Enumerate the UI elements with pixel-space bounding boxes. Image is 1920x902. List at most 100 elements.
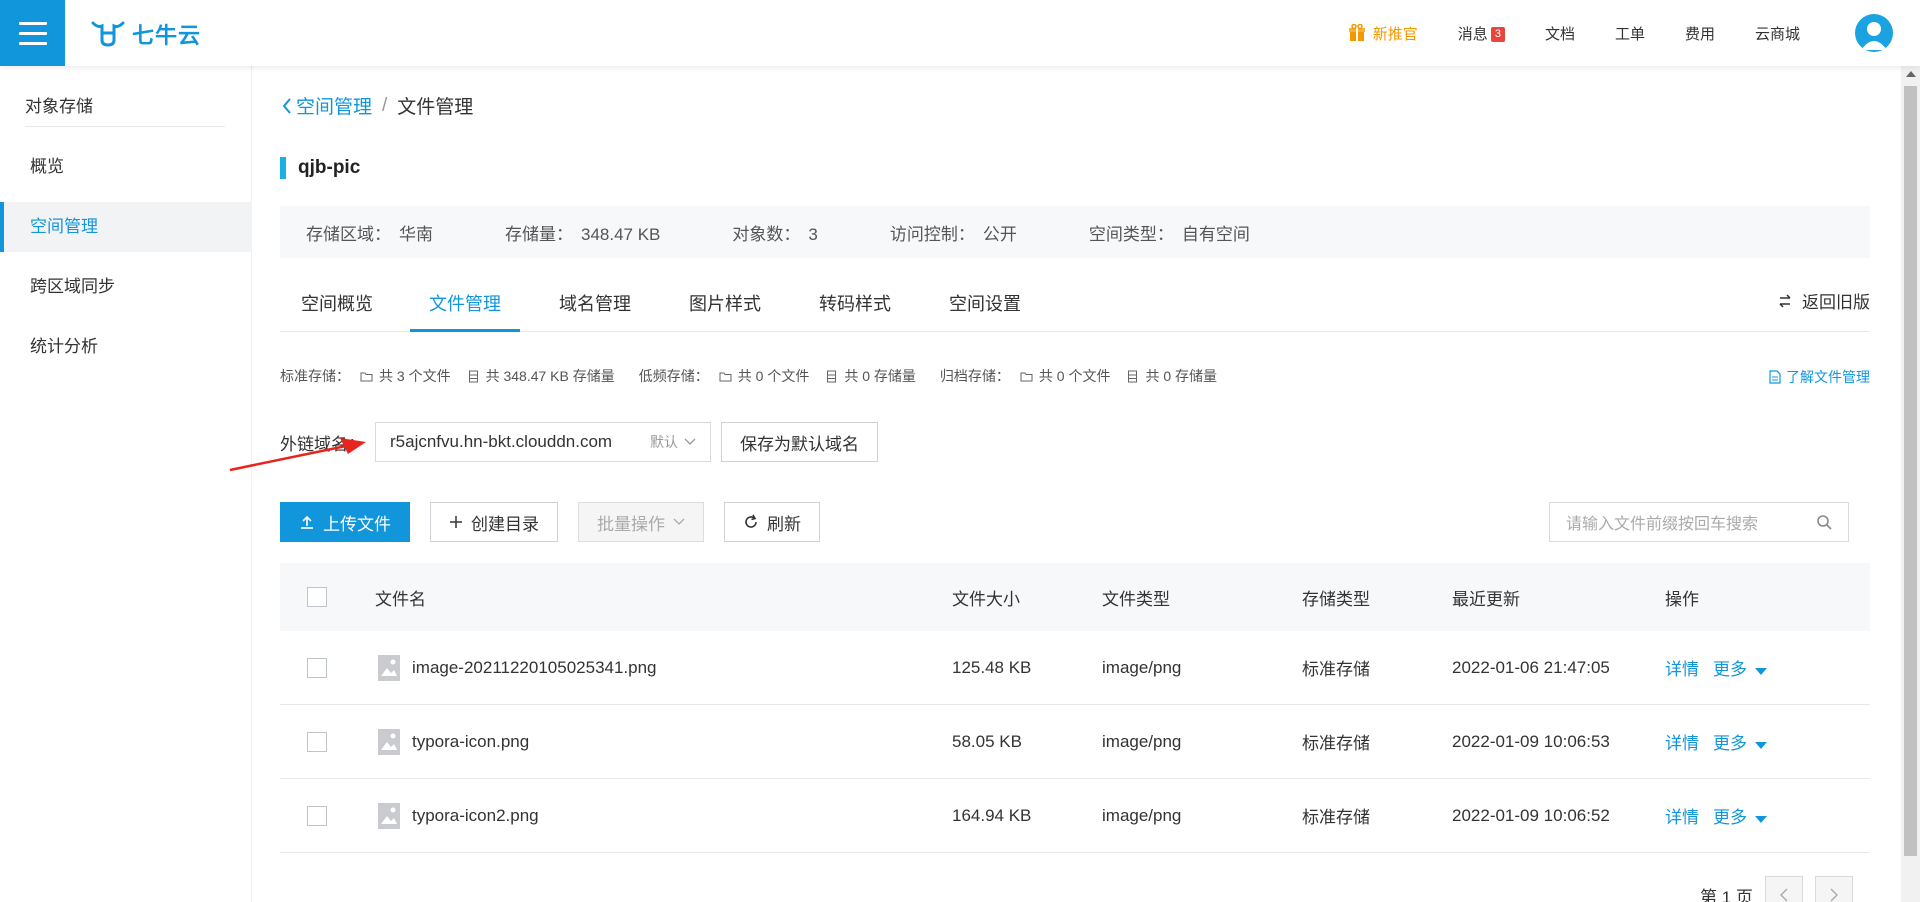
upload-file-button[interactable]: 上传文件: [280, 502, 410, 542]
page-indicator: 第 1 页: [1700, 887, 1753, 902]
chevron-right-icon: [1830, 888, 1838, 902]
table-row: typora-icon.png 58.05 KB image/png 标准存储 …: [280, 705, 1870, 779]
select-all-checkbox[interactable]: [307, 587, 327, 607]
folder-icon: [719, 372, 732, 381]
more-dropdown[interactable]: 更多: [1713, 729, 1767, 754]
file-type: image/png: [1102, 805, 1182, 825]
detail-link[interactable]: 详情: [1665, 803, 1699, 828]
file-search-input[interactable]: 请输入文件前缀按回车搜索: [1549, 502, 1849, 542]
bucket-title: qjb-pic: [280, 157, 360, 179]
last-updated: 2022-01-09 10:06:52: [1452, 805, 1610, 825]
back-old-label: 返回旧版: [1802, 293, 1870, 312]
user-avatar[interactable]: [1855, 14, 1893, 52]
chevron-left-icon: [282, 97, 291, 114]
nav-messages[interactable]: 消息 3: [1458, 23, 1505, 44]
sidebar-item-overview[interactable]: 概览: [0, 142, 252, 192]
header-last-updated: 最近更新: [1452, 589, 1520, 609]
file-name[interactable]: image-20211220105025341.png: [412, 658, 657, 678]
file-name[interactable]: typora-icon2.png: [412, 806, 539, 826]
scroll-up-arrow-icon[interactable]: [1906, 71, 1916, 77]
bucket-stats-bar: 存储区域： 华南 存储量： 348.47 KB 对象数： 3 访问控制： 公开 空间类型…: [280, 206, 1870, 258]
last-updated: 2022-01-09 10:06:53: [1452, 731, 1610, 751]
hamburger-menu-button[interactable]: [0, 0, 65, 66]
domain-value: r5ajcnfvu.hn-bkt.clouddn.com: [390, 432, 613, 451]
breadcrumb-current: 文件管理: [397, 97, 474, 118]
stat-object-count: 对象数： 3: [732, 224, 818, 244]
tab-domain-management[interactable]: 域名管理: [540, 284, 650, 332]
domain-select[interactable]: r5ajcnfvu.hn-bkt.clouddn.com 默认: [375, 422, 711, 462]
tab-overview[interactable]: 空间概览: [280, 284, 394, 332]
caret-down-icon: [1755, 668, 1767, 675]
tab-transcode-style[interactable]: 转码样式: [800, 284, 910, 332]
plus-icon: [450, 516, 462, 528]
sidebar-item-cross-region-sync[interactable]: 跨区域同步: [0, 262, 252, 312]
nav-tickets[interactable]: 工单: [1615, 23, 1645, 44]
top-nav: 新推官 消息 3 文档 工单 费用 云商城: [1348, 0, 1800, 66]
storage-type: 标准存储: [1302, 808, 1370, 827]
pagination: 第 1 页: [1700, 876, 1853, 902]
file-size: 58.05 KB: [952, 731, 1022, 751]
scroll-thumb[interactable]: [1904, 86, 1917, 856]
nav-docs[interactable]: 文档: [1545, 23, 1575, 44]
user-icon: [1861, 22, 1887, 50]
logo[interactable]: 七牛云: [90, 18, 201, 50]
nav-market[interactable]: 云商城: [1755, 23, 1800, 44]
tab-file-management[interactable]: 文件管理: [410, 284, 520, 332]
breadcrumb-parent: 空间管理: [296, 97, 373, 118]
hamburger-line: [18, 21, 47, 25]
breadcrumb: 空间管理 / 文件管理: [282, 92, 473, 119]
bucket-name: qjb-pic: [298, 157, 361, 178]
tab-bucket-settings[interactable]: 空间设置: [930, 284, 1040, 332]
chevron-down-icon: [673, 518, 685, 525]
summary-archive: 归档存储： 共 0 个文件 共 0 存储量: [939, 368, 1218, 384]
database-icon: [827, 370, 837, 382]
hamburger-line: [18, 31, 47, 35]
row-checkbox[interactable]: [307, 731, 327, 752]
back-to-old-version-link[interactable]: 返回旧版: [1778, 288, 1870, 313]
create-directory-button[interactable]: 创建目录: [430, 502, 558, 542]
folder-icon: [360, 372, 373, 381]
file-toolbar: 上传文件 创建目录 批量操作 刷新: [280, 502, 820, 542]
row-checkbox[interactable]: [307, 657, 327, 678]
storage-type: 标准存储: [1302, 734, 1370, 753]
image-file-icon: [378, 728, 400, 755]
chevron-left-icon: [1779, 888, 1788, 902]
page-scrollbar[interactable]: [1901, 66, 1920, 902]
chevron-down-icon: [684, 438, 696, 445]
detail-link[interactable]: 详情: [1665, 655, 1699, 680]
storage-summary: 标准存储： 共 3 个文件 共 348.47 KB 存储量 低频存储： 共 0 …: [280, 366, 1241, 386]
refresh-button[interactable]: 刷新: [724, 502, 820, 542]
more-dropdown[interactable]: 更多: [1713, 803, 1767, 828]
nav-promo[interactable]: 新推官: [1348, 23, 1418, 44]
document-icon: [1769, 370, 1781, 384]
stat-region: 存储区域： 华南: [306, 224, 433, 244]
tab-image-style[interactable]: 图片样式: [670, 284, 780, 332]
row-checkbox[interactable]: [307, 805, 327, 826]
file-name[interactable]: typora-icon.png: [412, 732, 529, 752]
next-page-button[interactable]: [1814, 876, 1853, 902]
prev-page-button[interactable]: [1764, 876, 1803, 902]
storage-type: 标准存储: [1302, 660, 1370, 679]
learn-file-management-link[interactable]: 了解文件管理: [1769, 367, 1870, 387]
summary-infrequent: 低频存储： 共 0 个文件 共 0 存储量: [638, 368, 916, 384]
message-count-badge: 3: [1490, 26, 1505, 42]
detail-link[interactable]: 详情: [1665, 729, 1699, 754]
red-arrow-annotation: [229, 438, 366, 472]
hamburger-line: [18, 41, 47, 45]
save-default-domain-button[interactable]: 保存为默认域名: [721, 422, 878, 462]
database-icon: [1128, 370, 1138, 382]
more-dropdown[interactable]: 更多: [1713, 655, 1767, 680]
sidebar-item-statistics[interactable]: 统计分析: [0, 322, 252, 372]
domain-row: 外链域名： r5ajcnfvu.hn-bkt.clouddn.com 默认 保存…: [280, 422, 878, 462]
default-tag: 默认: [650, 434, 678, 450]
breadcrumb-back-link[interactable]: 空间管理: [282, 92, 372, 119]
sidebar-item-bucket-management[interactable]: 空间管理: [0, 202, 252, 252]
sidebar: 对象存储 概览 空间管理 跨区域同步 统计分析: [0, 66, 252, 902]
nav-billing[interactable]: 费用: [1685, 23, 1715, 44]
stat-bucket-type: 空间类型： 自有空间: [1088, 224, 1250, 244]
batch-operation-button[interactable]: 批量操作: [578, 502, 704, 542]
last-updated: 2022-01-06 21:47:05: [1452, 657, 1610, 677]
refresh-icon: [745, 514, 757, 528]
swap-icon: [1779, 293, 1791, 308]
header-file-type: 文件类型: [1102, 589, 1170, 609]
